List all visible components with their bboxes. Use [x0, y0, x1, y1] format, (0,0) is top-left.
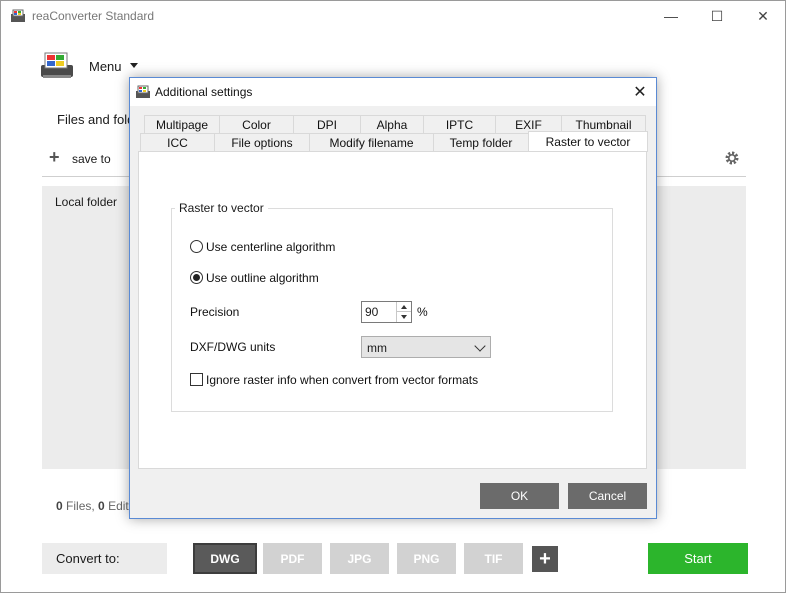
dialog-title: Additional settings: [155, 85, 253, 99]
precision-value[interactable]: 90: [365, 305, 378, 319]
tab-multipage[interactable]: Multipage: [144, 115, 220, 133]
stepper-up-button[interactable]: [397, 302, 411, 312]
tab-alpha[interactable]: Alpha: [360, 115, 424, 133]
format-button-pdf[interactable]: PDF: [263, 543, 322, 574]
tab-icc[interactable]: ICC: [140, 133, 215, 151]
local-folder-label[interactable]: Local folder: [55, 195, 117, 209]
precision-stepper[interactable]: 90: [361, 301, 412, 323]
add-format-button[interactable]: +: [532, 546, 558, 572]
outline-radio[interactable]: [190, 271, 203, 284]
files-count: 0: [56, 499, 63, 513]
tab-temp-folder[interactable]: Temp folder: [433, 133, 529, 151]
files-label: Files,: [66, 499, 95, 513]
tab-file-options[interactable]: File options: [214, 133, 310, 151]
chevron-down-icon: [474, 340, 486, 352]
tab-color[interactable]: Color: [219, 115, 294, 133]
group-title: Raster to vector: [175, 201, 268, 215]
centerline-radio[interactable]: [190, 240, 203, 253]
ignore-raster-checkbox[interactable]: [190, 373, 203, 386]
arrow-down-icon: [401, 315, 407, 319]
minimize-button[interactable]: —: [648, 1, 694, 31]
stepper-buttons: [396, 302, 411, 322]
file-count-status: 0 Files, 0 Edits: [56, 499, 135, 513]
units-value: mm: [367, 341, 387, 355]
maximize-button[interactable]: ☐: [694, 1, 740, 31]
precision-label: Precision: [190, 305, 240, 319]
stepper-down-button[interactable]: [397, 312, 411, 322]
centerline-label[interactable]: Use centerline algorithm: [206, 240, 335, 254]
dialog-close-button[interactable]: ✕: [630, 82, 650, 102]
tab-raster-to-vector[interactable]: Raster to vector: [528, 131, 648, 152]
menu-logo-icon[interactable]: [39, 49, 75, 81]
title-bar: reaConverter Standard — ☐ ✕: [1, 1, 785, 31]
close-icon: ✕: [633, 84, 647, 101]
tab-modify-filename[interactable]: Modify filename: [309, 133, 434, 151]
units-label: DXF/DWG units: [190, 340, 276, 354]
format-button-jpg[interactable]: JPG: [330, 543, 389, 574]
app-icon: [11, 9, 25, 22]
convert-to-label: Convert to:: [56, 551, 120, 566]
format-button-tif[interactable]: TIF: [464, 543, 523, 574]
plus-icon[interactable]: +: [49, 148, 60, 166]
close-button[interactable]: ✕: [740, 1, 786, 31]
menu-button[interactable]: Menu: [89, 59, 122, 74]
format-button-png[interactable]: PNG: [397, 543, 456, 574]
cancel-button[interactable]: Cancel: [568, 483, 647, 509]
gear-icon[interactable]: [724, 150, 740, 166]
ignore-raster-label[interactable]: Ignore raster info when convert from vec…: [206, 373, 478, 387]
close-icon: ✕: [757, 7, 769, 24]
format-button-dwg[interactable]: DWG: [193, 543, 257, 574]
start-button[interactable]: Start: [648, 543, 748, 574]
app-icon: [136, 85, 150, 98]
save-to-button[interactable]: save to: [72, 152, 111, 166]
outline-label[interactable]: Use outline algorithm: [206, 271, 319, 285]
additional-settings-dialog: Additional settings ✕ Multipage Color DP…: [129, 77, 657, 519]
precision-unit: %: [417, 305, 428, 319]
minimize-icon: —: [664, 8, 678, 24]
units-select[interactable]: mm: [361, 336, 491, 358]
tab-iptc[interactable]: IPTC: [423, 115, 496, 133]
arrow-up-icon: [401, 304, 407, 309]
chevron-down-icon[interactable]: [130, 63, 138, 68]
ok-button[interactable]: OK: [480, 483, 559, 509]
dialog-title-bar: Additional settings ✕: [130, 78, 656, 106]
plus-icon: +: [539, 547, 551, 570]
tab-dpi[interactable]: DPI: [293, 115, 361, 133]
window-title: reaConverter Standard: [32, 9, 155, 23]
maximize-icon: ☐: [710, 7, 724, 24]
edits-count: 0: [98, 499, 105, 513]
